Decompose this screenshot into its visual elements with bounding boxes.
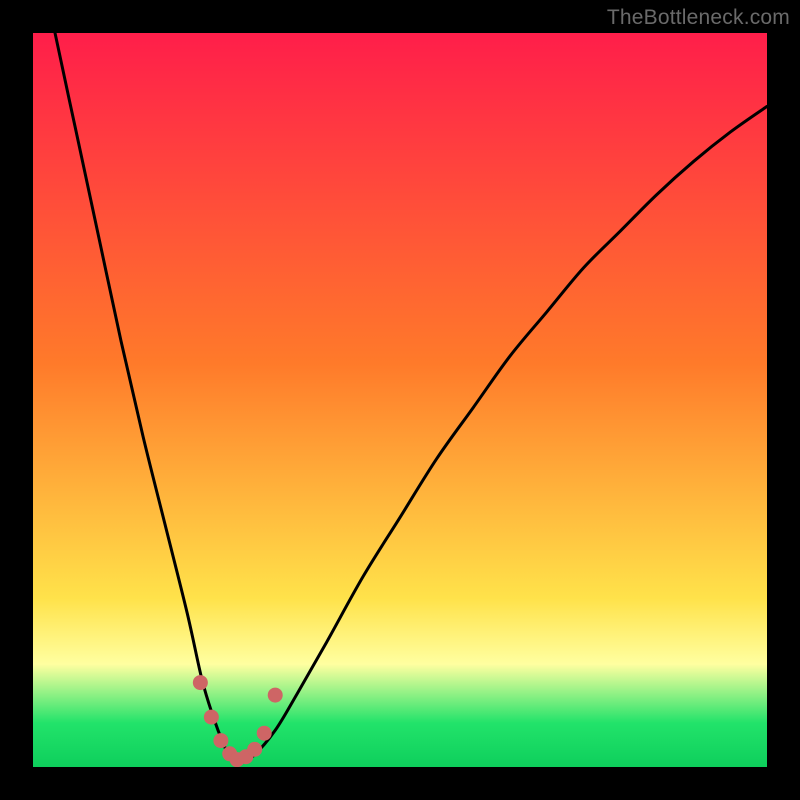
curve-markers — [193, 675, 283, 767]
curve-marker — [193, 675, 208, 690]
chart-frame: TheBottleneck.com — [0, 0, 800, 800]
curve-marker — [257, 726, 272, 741]
curve-marker — [213, 733, 228, 748]
curve-marker — [268, 688, 283, 703]
curve-marker — [247, 742, 262, 757]
curve-layer — [33, 33, 767, 767]
bottleneck-curve — [33, 33, 767, 763]
curve-marker — [204, 710, 219, 725]
source-label: TheBottleneck.com — [607, 6, 790, 30]
plot-area — [33, 33, 767, 767]
